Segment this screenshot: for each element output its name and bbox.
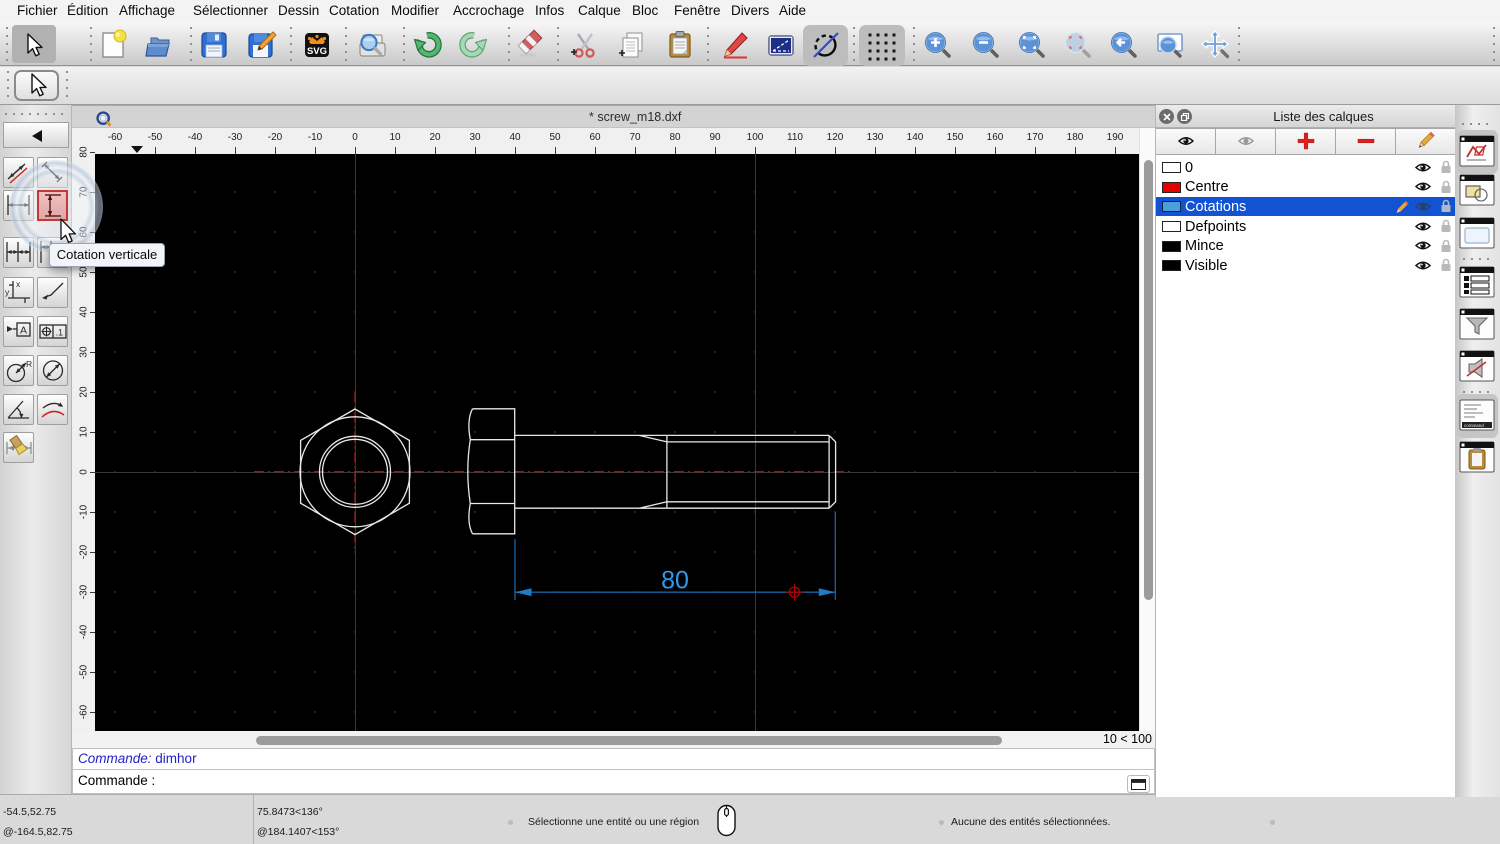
svg-text:R: R [26, 359, 32, 369]
svg-text:SVG: SVG [307, 46, 327, 57]
svg-text:80: 80 [661, 567, 689, 595]
svg-text:y: y [5, 287, 10, 297]
svg-text:command: command [1464, 423, 1484, 428]
svg-text:x: x [16, 279, 21, 289]
svg-text:.1: .1 [56, 328, 64, 338]
svg-text:A: A [20, 325, 27, 337]
